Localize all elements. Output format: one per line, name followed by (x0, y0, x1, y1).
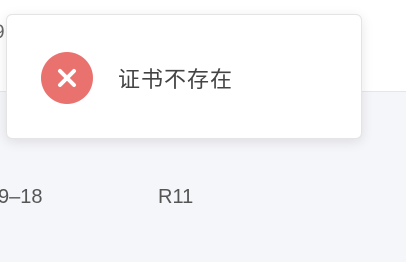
close-circle-icon (41, 52, 93, 104)
table-cell-date: 9–18 (0, 186, 43, 208)
close-icon (58, 69, 76, 87)
table-cell-code: R11 (158, 186, 194, 208)
toast-message: 证书不存在 (118, 68, 234, 93)
header-text-fragment: 9 (0, 22, 5, 44)
error-toast: 证书不存在 (6, 14, 362, 139)
